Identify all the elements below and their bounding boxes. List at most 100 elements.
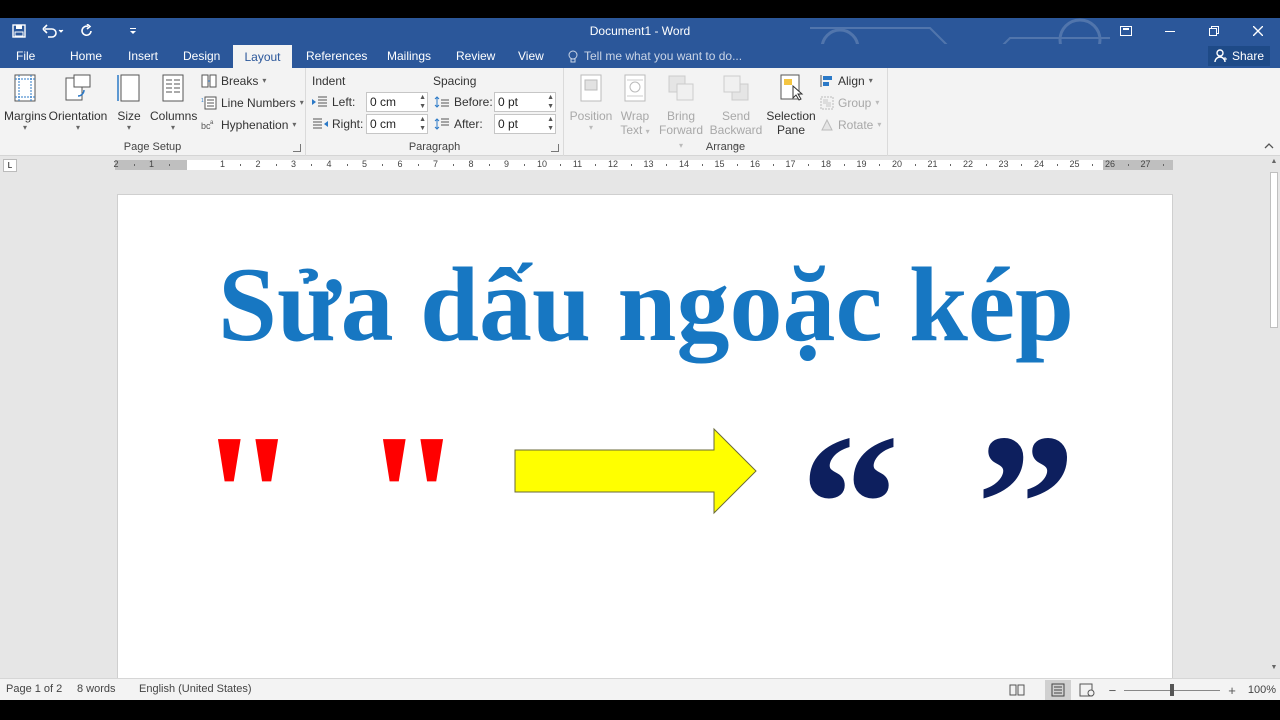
columns-button[interactable]: Columns ▾	[150, 72, 197, 132]
zoom-in-button[interactable]: +	[1228, 683, 1236, 698]
scroll-up-icon[interactable]: ▲	[1268, 158, 1280, 165]
orientation-button[interactable]: Orientation ▾	[48, 72, 108, 132]
close-button[interactable]	[1236, 18, 1280, 44]
ruler-tick	[879, 164, 881, 166]
ruler-number: 16	[749, 159, 761, 169]
wrap-label-2: Text	[620, 123, 643, 137]
zoom-slider[interactable]	[1124, 683, 1221, 697]
document-heading[interactable]: Sửa dấu ngoặc kép	[118, 245, 1174, 365]
ruler-number: 8	[468, 159, 474, 169]
scroll-down-icon[interactable]: ▼	[1268, 664, 1280, 671]
line-numbers-button[interactable]: 1 Line Numbers ▾	[201, 93, 304, 113]
minimize-button[interactable]	[1148, 18, 1192, 44]
person-icon	[1214, 49, 1227, 63]
columns-icon	[162, 74, 184, 102]
align-label: Align	[838, 74, 865, 88]
indent-right-icon	[313, 118, 328, 129]
curly-quote-open[interactable]: “	[800, 405, 900, 605]
spin-arrows-icon[interactable]: ▲ ▼	[419, 115, 426, 133]
wrap-text-button[interactable]: Wrap Text ▾	[616, 72, 654, 137]
collapse-ribbon-button[interactable]	[1264, 140, 1274, 152]
size-label: Size	[117, 109, 141, 123]
breaks-button[interactable]: Breaks ▾	[201, 71, 266, 91]
ruler-number: 23	[998, 159, 1009, 169]
line-numbers-label: Line Numbers	[221, 96, 296, 110]
vertical-scrollbar[interactable]: ▲ ▼	[1268, 156, 1280, 678]
spacing-after-icon	[434, 118, 449, 130]
share-button[interactable]: Share	[1207, 46, 1270, 66]
tab-view[interactable]: View	[508, 44, 554, 68]
straight-quote-left[interactable]: "	[198, 407, 298, 587]
document-area[interactable]: Sửa dấu ngoặc kép " " “ ”	[0, 174, 1268, 678]
ruler-tick	[950, 164, 952, 166]
zoom-level[interactable]: 100%	[1248, 684, 1276, 696]
document-page[interactable]: Sửa dấu ngoặc kép " " “ ”	[117, 194, 1173, 678]
zoom-thumb[interactable]	[1170, 684, 1175, 696]
ruler-tick	[808, 164, 810, 166]
send-backward-button[interactable]: Send Backward ▾	[708, 72, 764, 151]
rotate-label: Rotate	[838, 118, 874, 132]
spacing-before-field[interactable]: 0 pt ▲ ▼	[494, 92, 556, 112]
ribbon-display-button[interactable]	[1104, 18, 1148, 44]
send-label-2: Backward	[709, 123, 763, 137]
print-layout-button[interactable]	[1044, 680, 1071, 700]
spacing-after-field[interactable]: 0 pt ▲ ▼	[494, 114, 556, 134]
ruler-tick	[417, 164, 419, 166]
selection-pane-button[interactable]: Selection Pane	[766, 72, 816, 137]
indent-heading: Indent	[312, 74, 346, 88]
language-indicator[interactable]: English (United States)	[139, 683, 252, 695]
spin-arrows-icon[interactable]: ▲ ▼	[547, 115, 554, 133]
tab-home[interactable]: Home	[60, 44, 112, 68]
indent-left-field[interactable]: 0 cm ▲ ▼	[366, 92, 428, 112]
position-button[interactable]: Position ▾	[568, 72, 614, 132]
window-controls	[1104, 18, 1280, 44]
tell-me-box[interactable]: Tell me what you want to do...	[568, 44, 742, 68]
group-caret-icon: ▾	[875, 98, 880, 107]
word-count[interactable]: 8 words	[77, 683, 116, 695]
ruler-tick	[1163, 164, 1165, 166]
paragraph-launcher[interactable]	[551, 144, 559, 152]
tab-design[interactable]: Design	[173, 44, 230, 68]
curly-quote-close[interactable]: ”	[976, 405, 1076, 605]
right-arrow-shape[interactable]	[514, 427, 760, 517]
spin-arrows-icon[interactable]: ▲ ▼	[419, 93, 426, 111]
svg-text:1: 1	[201, 98, 204, 104]
align-button[interactable]: Align ▾	[820, 71, 873, 91]
screen-bottom-edge	[0, 700, 1280, 720]
align-caret-icon: ▾	[868, 76, 873, 85]
margins-button[interactable]: Margins ▾	[4, 72, 47, 132]
restore-button[interactable]	[1192, 18, 1236, 44]
tab-review[interactable]: Review	[446, 44, 505, 68]
tab-insert[interactable]: Insert	[118, 44, 168, 68]
ruler-tick	[1056, 164, 1058, 166]
zoom-out-button[interactable]: −	[1109, 683, 1117, 698]
margins-icon	[14, 74, 36, 102]
ruler-number: 19	[856, 159, 867, 169]
ruler-tick	[595, 164, 597, 166]
group-button[interactable]: Group ▾	[820, 93, 879, 113]
spacing-after-row: After:	[434, 114, 483, 134]
spin-arrows-icon[interactable]: ▲ ▼	[547, 93, 554, 111]
tab-mailings[interactable]: Mailings	[377, 44, 441, 68]
orientation-icon	[65, 74, 91, 101]
scroll-thumb[interactable]	[1270, 172, 1278, 328]
read-mode-icon[interactable]	[1009, 683, 1025, 697]
tab-references[interactable]: References	[296, 44, 377, 68]
tab-layout[interactable]: Layout	[233, 45, 292, 69]
rotate-button[interactable]: Rotate ▾	[820, 115, 881, 135]
web-layout-icon[interactable]	[1079, 683, 1095, 697]
horizontal-ruler[interactable]: 2 1 1 2 3 4 5 6 7 8 9 10 11 12 13 14 15 16 17 18 19 20 21 22 23 2…	[113, 159, 1173, 170]
ruler-number: 4	[326, 159, 332, 169]
hyphenation-button[interactable]: bc a Hyphenation ▾	[201, 115, 296, 135]
bring-forward-button[interactable]: Bring Forward ▾	[656, 72, 706, 151]
straight-quote-right[interactable]: "	[363, 407, 463, 587]
rotate-icon	[821, 118, 833, 131]
hyphenation-caret-icon: ▾	[292, 120, 297, 129]
tab-file[interactable]: File	[6, 44, 45, 68]
size-button[interactable]: Size ▾	[112, 72, 146, 132]
tab-selector[interactable]: L	[3, 159, 17, 172]
ruler-number: 21	[927, 159, 938, 169]
page-setup-launcher[interactable]	[293, 144, 301, 152]
page-count[interactable]: Page 1 of 2	[6, 683, 62, 695]
indent-right-field[interactable]: 0 cm ▲ ▼	[366, 114, 428, 134]
